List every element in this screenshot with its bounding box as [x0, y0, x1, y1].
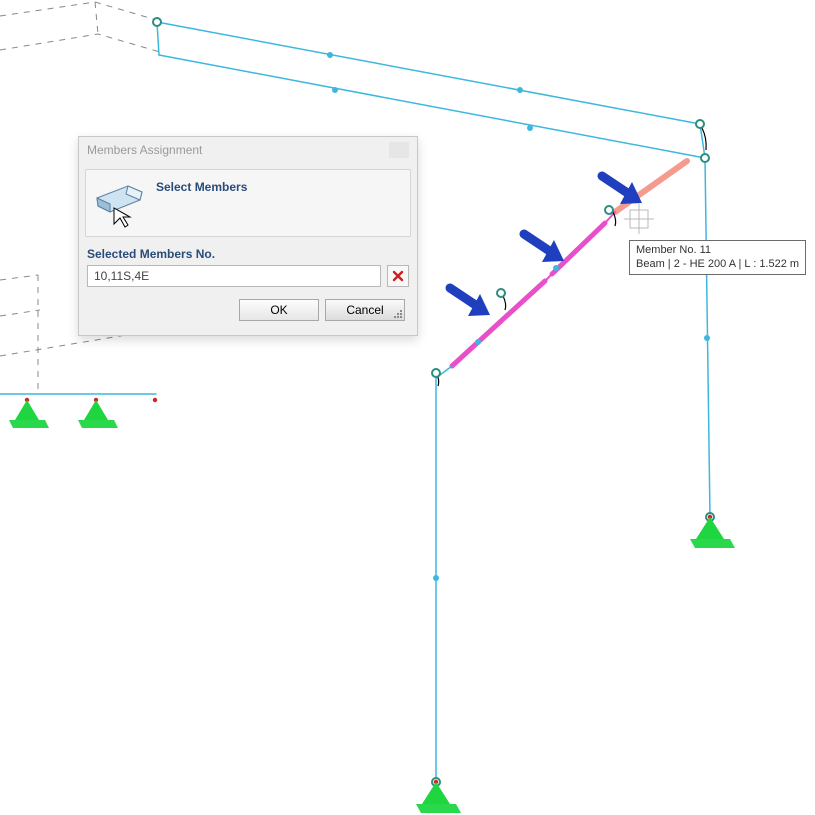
- selected-members-input[interactable]: [87, 265, 381, 287]
- members-assignment-dialog[interactable]: Members Assignment Select Members Select…: [78, 136, 418, 336]
- pick-cursor: [624, 204, 654, 234]
- supports: [9, 400, 735, 813]
- selected-members-label: Selected Members No.: [87, 247, 409, 261]
- group-title: Select Members: [156, 178, 247, 194]
- tooltip-line1: Member No. 11: [636, 243, 799, 257]
- dialog-titlebar[interactable]: Members Assignment: [79, 137, 417, 163]
- cancel-label: Cancel: [346, 303, 383, 317]
- clear-selection-button[interactable]: [387, 265, 409, 287]
- select-members-group: Select Members: [85, 169, 411, 237]
- dialog-title: Members Assignment: [87, 143, 389, 157]
- dialog-body: Select Members Selected Members No. OK C…: [79, 163, 417, 335]
- model-viewport[interactable]: [0, 0, 815, 815]
- resize-grip-icon: [393, 309, 403, 319]
- beam-icon: [94, 178, 146, 228]
- nodes: [25, 18, 714, 786]
- tooltip-line2: Beam | 2 - HE 200 A | L : 1.522 m: [636, 257, 799, 271]
- close-icon[interactable]: [389, 142, 409, 158]
- ok-button[interactable]: OK: [239, 299, 319, 321]
- member-tooltip: Member No. 11 Beam | 2 - HE 200 A | L : …: [629, 240, 806, 275]
- cancel-button[interactable]: Cancel: [325, 299, 405, 321]
- x-icon: [392, 270, 404, 282]
- blue-arrows: [450, 176, 642, 316]
